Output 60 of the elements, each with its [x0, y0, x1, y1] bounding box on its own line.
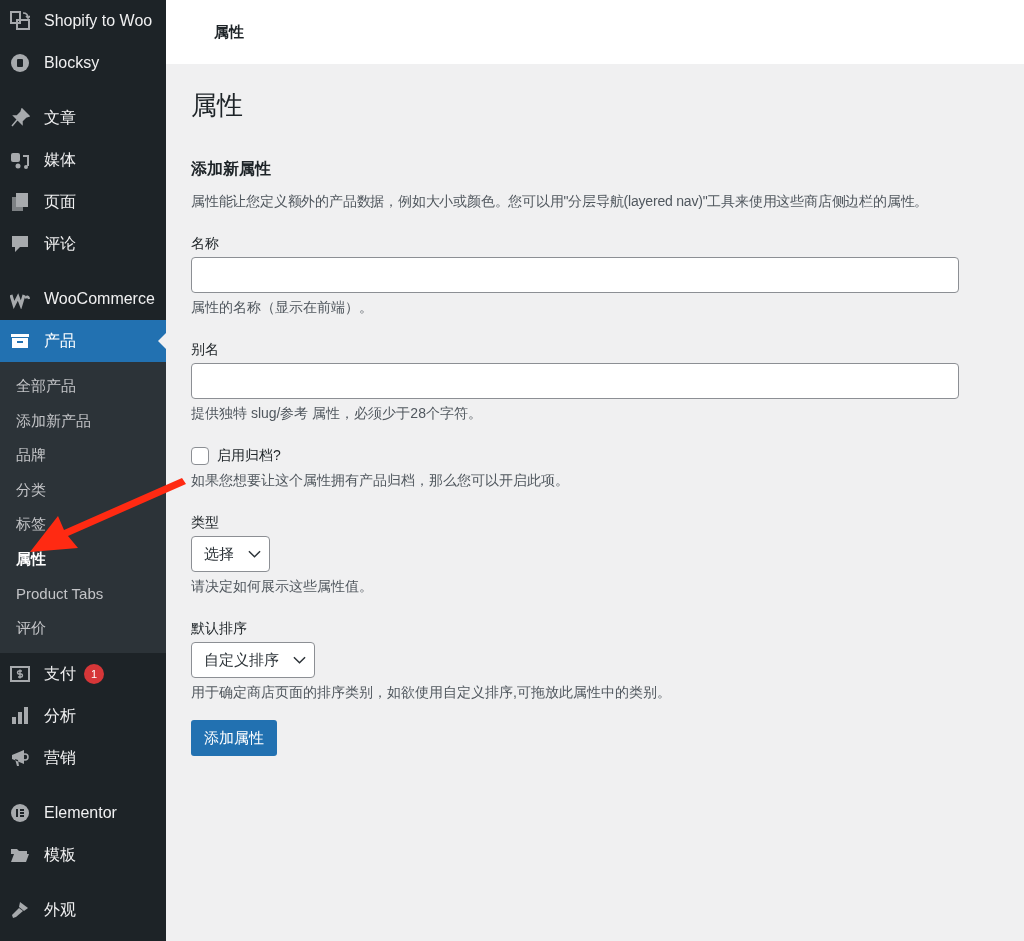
sidebar-menu-item[interactable]: Shopify to Woo: [0, 0, 166, 42]
checkbox-label: 启用归档?: [217, 446, 281, 465]
archive-box-icon: [10, 331, 30, 351]
section-title: 添加新属性: [191, 159, 272, 179]
sidebar-menu-item[interactable]: 评论: [0, 223, 166, 265]
current-pointer-icon: [158, 333, 166, 349]
dropdown[interactable]: 自定义排序: [191, 642, 315, 678]
bar-chart-icon: [10, 705, 30, 726]
submenu-item[interactable]: Product Tabs: [0, 576, 166, 612]
add-attribute-button[interactable]: 添加属性: [191, 720, 277, 756]
submenu-item[interactable]: 属性: [0, 541, 166, 577]
checkbox[interactable]: [191, 446, 209, 465]
field-label: 默认排序: [191, 619, 248, 638]
field-label: 别名: [191, 340, 220, 359]
submenu-item[interactable]: 全部产品: [0, 369, 166, 404]
input-field[interactable]: [191, 257, 959, 293]
sidebar-menu-item[interactable]: Blocksy: [0, 42, 166, 84]
help-text: 如果您想要让这个属性拥有产品归档，那么您可以开启此项。: [191, 471, 570, 490]
sidebar-menu-item[interactable]: 模板: [0, 833, 166, 876]
sidebar-menu-item[interactable]: 分析: [0, 694, 166, 737]
help-text: 请决定如何展示这些属性值。: [191, 577, 374, 596]
field-label: 名称: [191, 234, 220, 253]
chevron-down-icon: [248, 550, 261, 558]
sidebar-menu-item[interactable]: WooCommerce: [0, 278, 166, 320]
media-icon: [10, 150, 30, 170]
round-b-icon: [10, 53, 30, 73]
dollar-icon: [10, 663, 30, 684]
dropdown-value: 选择: [204, 543, 234, 564]
megaphone-icon: [10, 747, 30, 768]
pages-icon: [10, 192, 30, 212]
round-e-icon: [10, 802, 30, 823]
pin-icon: [10, 108, 30, 128]
sidebar-menu-item[interactable]: 外观: [0, 888, 166, 931]
speech-bubble-icon: [10, 234, 30, 254]
description-text: 属性能让您定义额外的产品数据，例如大小或颜色。您可以用"分层导航(layered nav)"工具来使用这些商店侧边栏的属性。: [191, 192, 930, 211]
help-text: 提供独特 slug/参考 属性，必须少于28个字符。: [191, 404, 483, 423]
dropdown[interactable]: 选择: [191, 536, 270, 572]
notification-count: 1: [84, 663, 104, 684]
top-bar-title: 属性: [214, 21, 244, 42]
paintbrush-icon: [10, 899, 30, 920]
help-text: 用于确定商店页面的排序类别，如欲使用自定义排序,可拖放此属性中的类别。: [191, 683, 672, 702]
submenu-item[interactable]: 分类: [0, 472, 166, 508]
sidebar-menu-item[interactable]: 营销: [0, 736, 166, 779]
sidebar-menu-item[interactable]: Elementor: [0, 791, 166, 834]
sidebar-menu-item[interactable]: 文章: [0, 97, 166, 139]
chevron-down-icon: [293, 656, 306, 664]
submenu-item[interactable]: 评价: [0, 611, 166, 646]
submenu-item[interactable]: 品牌: [0, 438, 166, 473]
field-label: 类型: [191, 513, 220, 532]
swap-squares-icon: [10, 11, 30, 31]
submenu-item[interactable]: 标签: [0, 507, 166, 542]
submenu-item[interactable]: 添加新产品: [0, 403, 166, 439]
dropdown-value: 自定义排序: [204, 649, 279, 670]
sidebar-menu-item[interactable]: 产品: [0, 320, 166, 362]
sidebar-menu-item[interactable]: 媒体: [0, 139, 166, 181]
sidebar-menu-item[interactable]: 支付 1: [0, 652, 166, 695]
input-field[interactable]: [191, 363, 959, 399]
page-title: 属性: [191, 89, 244, 122]
sidebar-menu-item[interactable]: 页面: [0, 181, 166, 223]
help-text: 属性的名称（显示在前端）。: [191, 298, 374, 317]
